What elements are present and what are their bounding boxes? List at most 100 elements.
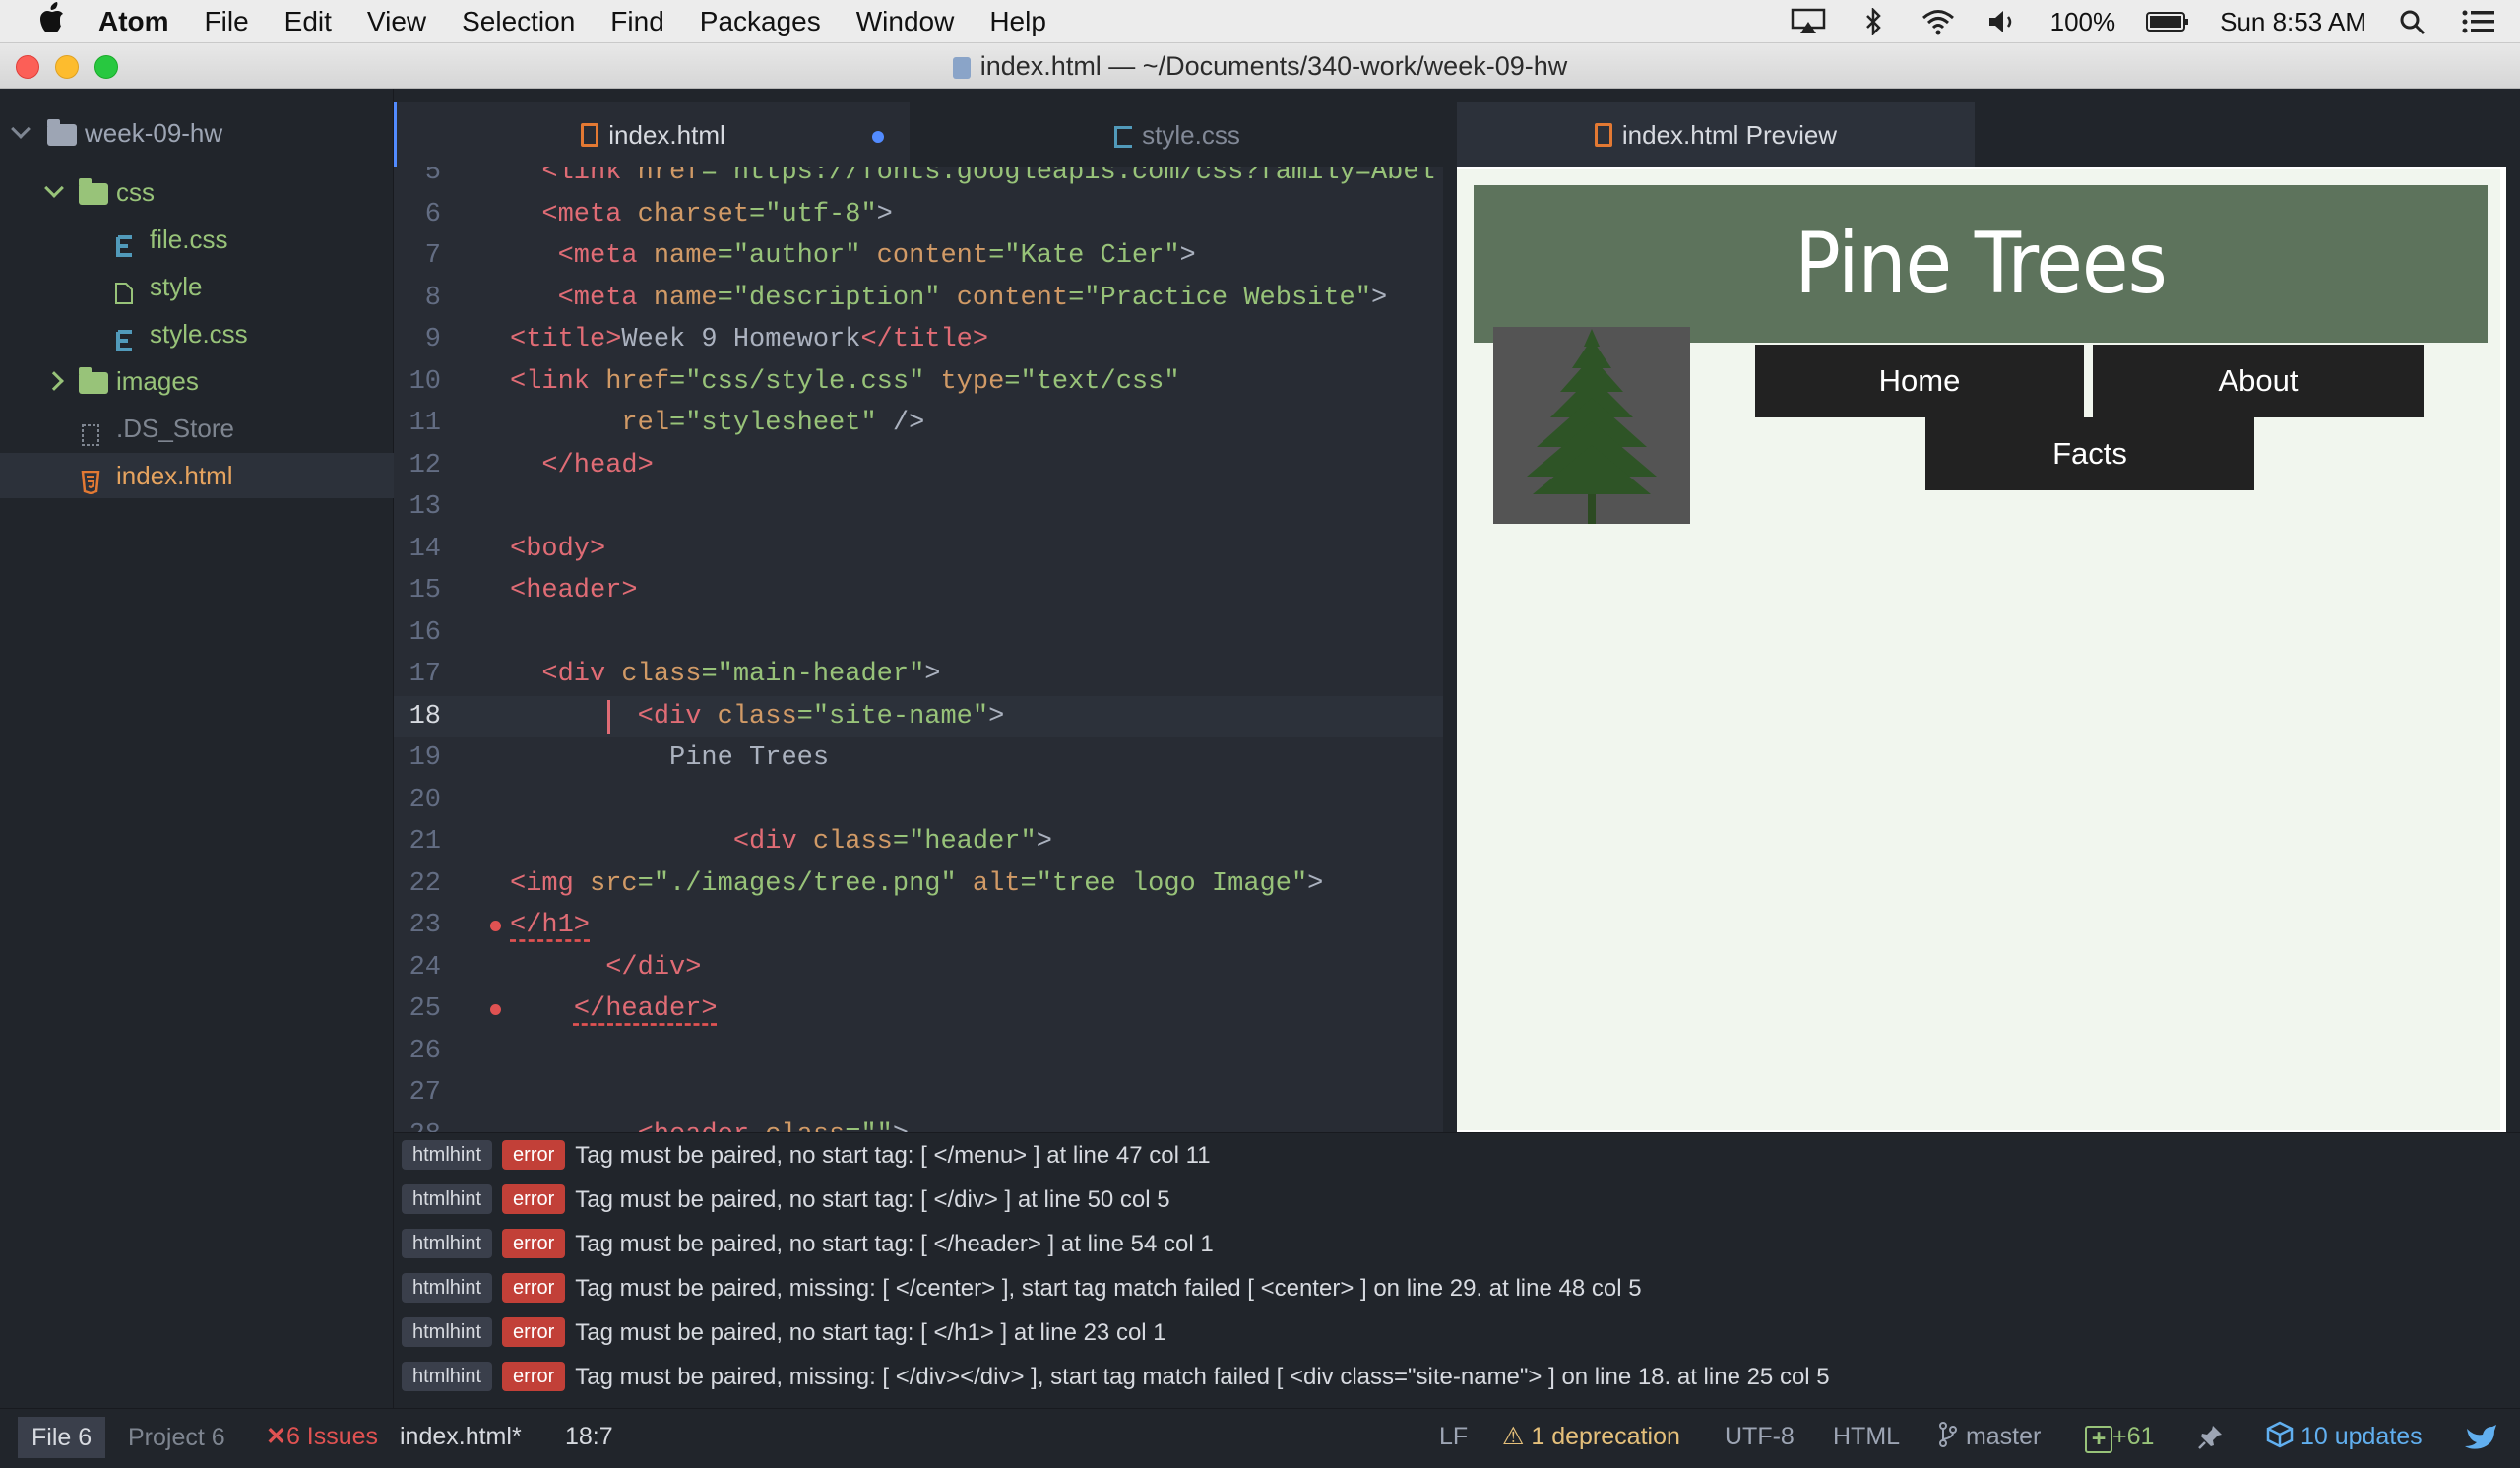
status-git-diff[interactable]: + +61 [2085,1409,2154,1464]
airplay-icon[interactable] [1791,8,1826,35]
linter-message[interactable]: htmlhint error Tag must be paired, no star… [402,1222,1214,1266]
line-number[interactable]: 28 [394,1115,441,1133]
line-number[interactable]: 8 [394,278,441,319]
code-line[interactable]: 27 [394,1072,1443,1114]
menu-help[interactable]: Help [972,6,1064,37]
code-line[interactable]: 8 <meta name="description" content="Prac… [394,278,1443,319]
code-line[interactable]: 21 <div class="header"> [394,821,1443,862]
linter-message-location[interactable]: at line 23 col 1 [1014,1319,1166,1346]
lint-error-marker-icon[interactable] [490,1004,501,1015]
status-line-ending[interactable]: LF [1439,1409,1468,1464]
line-number[interactable]: 14 [394,529,441,570]
tab-index-html[interactable]: index.html [394,102,910,167]
line-number[interactable]: 18 [394,696,441,737]
line-number[interactable]: 25 [394,989,441,1030]
line-number[interactable]: 6 [394,194,441,235]
line-number[interactable]: 9 [394,319,441,360]
feedback-bird-icon[interactable] [2463,1409,2498,1464]
battery-icon[interactable] [2145,8,2190,35]
line-number[interactable]: 5 [394,167,441,193]
code-line[interactable]: 15 <header> [394,570,1443,611]
preview-nav-facts[interactable]: Facts [1925,417,2254,490]
line-number[interactable]: 21 [394,821,441,862]
chevron-right-icon[interactable] [44,371,64,391]
line-number[interactable]: 11 [394,403,441,444]
volume-icon[interactable] [1985,8,2021,35]
code-line[interactable]: 24 </div> [394,947,1443,989]
tab-index-html-preview[interactable]: index.html Preview [1457,102,1975,167]
code-line[interactable]: 12 </head> [394,445,1443,486]
pin-icon[interactable] [2197,1409,2225,1464]
code-line[interactable]: 25 </header> [394,989,1443,1030]
status-deprecation[interactable]: ⚠ 1 deprecation [1502,1409,1680,1464]
status-cursor-position[interactable]: 18:7 [565,1409,613,1464]
linter-message-location[interactable]: at line 50 col 5 [1018,1186,1170,1213]
linter-tab-file[interactable]: File 6 [18,1417,106,1458]
menu-find[interactable]: Find [593,6,681,37]
linter-message[interactable]: htmlhint error Tag must be paired, no star… [402,1178,1170,1222]
status-encoding[interactable]: UTF-8 [1725,1409,1795,1464]
linter-message[interactable]: htmlhint error Tag must be paired, missing… [402,1266,1642,1310]
status-git-branch[interactable]: master [1939,1409,2041,1464]
line-number[interactable]: 22 [394,863,441,905]
code-editor[interactable]: 5 <link href="https://fonts.googleapis.c… [394,167,1443,1132]
code-line[interactable]: 26 [394,1031,1443,1072]
menu-selection[interactable]: Selection [444,6,593,37]
line-number[interactable]: 23 [394,905,441,946]
menubar-clock[interactable]: Sun 8:53 AM [2220,7,2366,37]
code-line[interactable]: 17 <div class="main-header"> [394,654,1443,695]
code-line[interactable]: 18 <div class="site-name"> [394,695,1443,737]
code-line[interactable]: 10 <link href="css/style.css" type="text/… [394,361,1443,403]
line-number[interactable]: 20 [394,780,441,821]
status-grammar[interactable]: HTML [1833,1409,1900,1464]
linter-message-location[interactable]: at line 25 col 5 [1677,1364,1830,1390]
notification-center-icon[interactable] [2461,8,2496,35]
status-package-updates[interactable]: 10 updates [2266,1409,2423,1464]
code-line[interactable]: 23 </h1> [394,905,1443,946]
menu-packages[interactable]: Packages [682,6,839,37]
apple-icon[interactable] [28,1,81,42]
tree-file-file-css[interactable]: file.css [0,217,394,262]
code-line[interactable]: 5 <link href="https://fonts.googleapis.c… [394,167,1443,193]
line-number[interactable]: 13 [394,486,441,528]
tab-style-css[interactable]: style.css [913,102,1442,167]
html-preview-pane[interactable]: Pine Trees Home About Facts [1457,169,2500,1130]
tree-file-style-css[interactable]: style.css [0,311,394,356]
code-line[interactable]: 6 <meta charset="utf-8"> [394,194,1443,235]
linter-message[interactable]: htmlhint error Tag must be paired, missing… [402,1355,1830,1399]
code-line[interactable]: 22 <img src="./images/tree.png" alt="tree… [394,863,1443,905]
linter-issues-toggle[interactable]: ✕6 Issues [266,1409,378,1464]
tree-file-style[interactable]: style [0,264,394,309]
line-number[interactable]: 26 [394,1031,441,1072]
preview-nav-about[interactable]: About [2093,345,2424,417]
line-number[interactable]: 17 [394,654,441,695]
tree-folder-css[interactable]: css [0,169,394,215]
preview-nav-home[interactable]: Home [1755,345,2084,417]
code-line[interactable]: 7 <meta name="author" content="Kate Cier… [394,235,1443,277]
line-number[interactable]: 16 [394,612,441,654]
menu-view[interactable]: View [349,6,444,37]
code-line[interactable]: 20 [394,780,1443,821]
code-line[interactable]: 13 [394,486,1443,528]
linter-message-location[interactable]: at line 47 col 11 [1046,1142,1210,1169]
code-line[interactable]: 9 <title>Week 9 Homework</title> [394,319,1443,360]
code-line[interactable]: 16 [394,612,1443,654]
linter-message-location[interactable]: at line 54 col 1 [1061,1231,1214,1257]
linter-message[interactable]: htmlhint error Tag must be paired, no star… [402,1133,1211,1178]
chevron-down-icon[interactable] [44,178,64,198]
modified-indicator-icon[interactable] [872,131,884,143]
status-filename[interactable]: index.html* [400,1409,522,1464]
line-number[interactable]: 24 [394,947,441,989]
linter-message[interactable]: htmlhint error Tag must be paired, no star… [402,1310,1166,1355]
tree-folder-images[interactable]: images [0,358,394,404]
code-line[interactable]: 14 <body> [394,529,1443,570]
chevron-down-icon[interactable] [11,119,31,139]
lint-error-marker-icon[interactable] [490,921,501,931]
spotlight-search-icon[interactable] [2396,8,2431,35]
line-number[interactable]: 15 [394,570,441,611]
line-number[interactable]: 7 [394,235,441,277]
line-number[interactable]: 19 [394,737,441,779]
menu-file[interactable]: File [187,6,267,37]
code-line[interactable]: 11 rel="stylesheet" /> [394,403,1443,444]
tree-root-folder[interactable]: week-09-hw [0,110,394,156]
